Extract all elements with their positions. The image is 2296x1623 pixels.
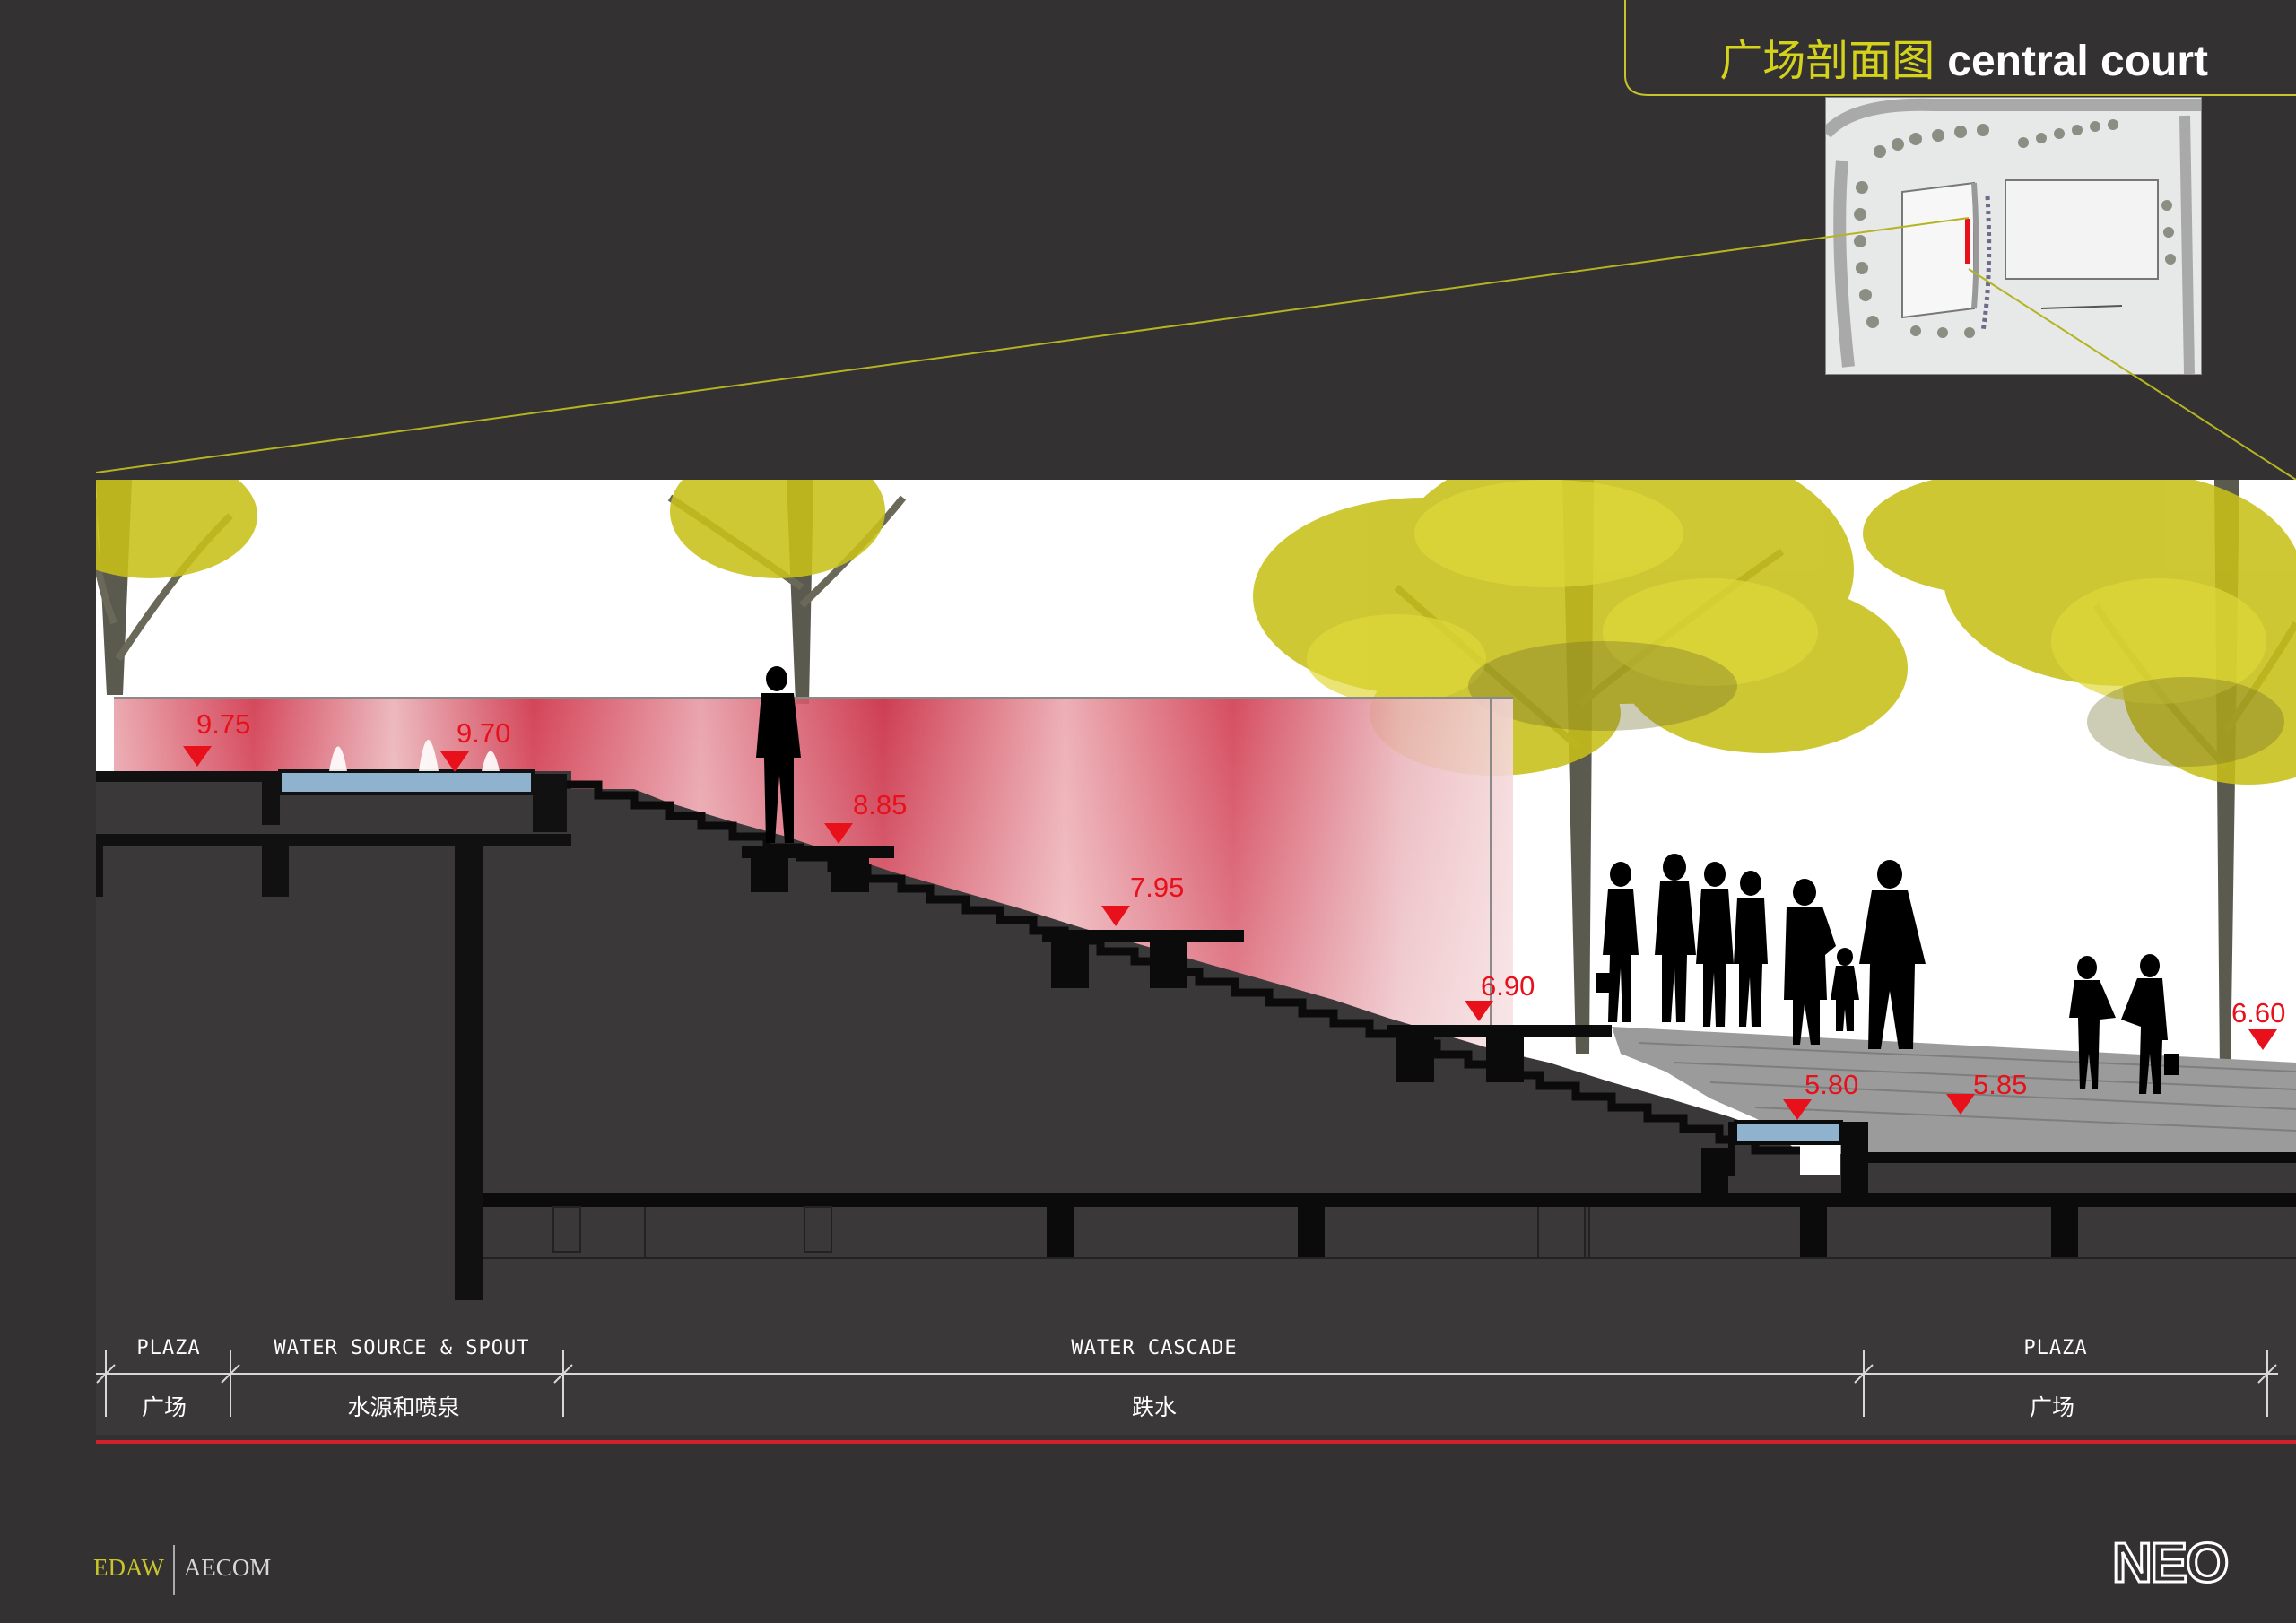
zone-label-en-water-cascade: WATER CASCADE: [1071, 1337, 1238, 1359]
zone-label-en-plaza-left: PLAZA: [136, 1337, 201, 1359]
zone-label-cn-plaza-right: 广场: [2029, 1394, 2075, 1420]
logo-edaw: EDAW: [93, 1554, 164, 1582]
zone-label-en-plaza-right: PLAZA: [2023, 1337, 2088, 1359]
neo-logo: NEO: [2110, 1532, 2230, 1596]
zone-label-cn-water-source: 水源和喷泉: [347, 1394, 460, 1420]
zone-label-cn-water-cascade: 跌水: [1131, 1394, 1178, 1420]
zone-band: [96, 1318, 2296, 1444]
edaw-aecom-logo: EDAW AECOM: [93, 1545, 271, 1595]
zone-label-en-water-source: WATER SOURCE & SPOUT: [274, 1337, 530, 1359]
logo-divider: [172, 1545, 175, 1595]
logo-aecom: AECOM: [183, 1554, 272, 1582]
zone-label-cn-plaza-left: 广场: [141, 1394, 187, 1420]
